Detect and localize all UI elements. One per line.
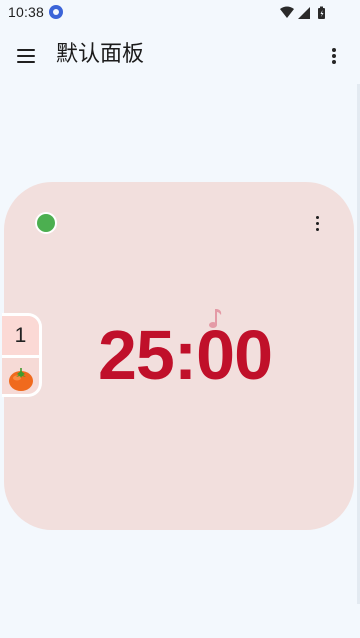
card-more-vert-icon[interactable] (310, 212, 326, 236)
timer-display[interactable]: 25:00 (80, 315, 290, 395)
signal-icon (298, 7, 310, 19)
app-notification-icon (49, 5, 63, 19)
battery-icon (318, 6, 325, 19)
timer-card[interactable]: 25:00 (4, 182, 354, 530)
side-divider (2, 355, 39, 358)
status-bar: 10:38 (0, 0, 360, 24)
more-vert-icon[interactable] (322, 42, 346, 70)
page-title: 默认面板 (56, 42, 145, 67)
status-dot[interactable] (37, 214, 55, 232)
status-icons (280, 6, 325, 19)
pomodoro-count[interactable]: 1 (2, 316, 39, 355)
app-bar: 默认面板 (0, 28, 360, 84)
hamburger-menu-icon[interactable] (10, 40, 42, 72)
status-time: 10:38 (8, 4, 45, 20)
side-tab[interactable]: 1 (2, 313, 42, 397)
wifi-icon (280, 6, 294, 18)
tomato-icon[interactable] (7, 365, 35, 393)
